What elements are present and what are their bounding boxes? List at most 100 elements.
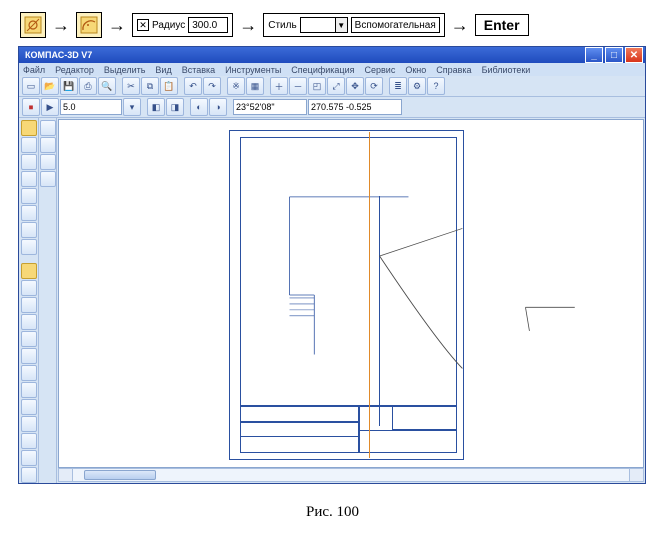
tb-a-icon[interactable]: ▾ (123, 98, 141, 116)
style-label: Стиль (268, 20, 296, 31)
minimize-button[interactable]: _ (585, 47, 603, 63)
kompas-window: КОМПАС-3D V7 _ □ ✕ Файл Редактор Выделит… (18, 46, 646, 484)
menu-item[interactable]: Выделить (104, 65, 146, 75)
style-field-box: Стиль ▼ Вспомогательная (263, 13, 445, 37)
vt-text-icon[interactable] (21, 416, 37, 432)
left-toolbox (19, 118, 39, 483)
vt-hatch-icon[interactable] (21, 399, 37, 415)
menubar: Файл Редактор Выделить Вид Вставка Инстр… (19, 63, 645, 76)
menu-item[interactable]: Библиотеки (482, 65, 531, 75)
vt2-b-icon[interactable] (40, 137, 56, 153)
vt2-d-icon[interactable] (40, 171, 56, 187)
style-select[interactable]: ▼ (300, 17, 348, 33)
aux-geometry (59, 120, 643, 467)
menu-item[interactable]: Вставка (182, 65, 215, 75)
tb-copy-icon[interactable]: ⧉ (141, 77, 159, 95)
aux-circle-tool-icon[interactable] (76, 12, 102, 38)
menu-item[interactable]: Сервис (365, 65, 396, 75)
tb-refresh-icon[interactable]: ⟳ (365, 77, 383, 95)
aux-geometry-icon[interactable] (20, 12, 46, 38)
arrow-icon: → (239, 15, 257, 36)
vt-spec-icon[interactable] (21, 239, 37, 255)
radius-label: Радиус (152, 20, 185, 31)
maximize-button[interactable]: □ (605, 47, 623, 63)
vt-point-icon[interactable] (21, 450, 37, 466)
tb-d-icon[interactable]: ◐ (190, 98, 208, 116)
vt-symbol-icon[interactable] (21, 154, 37, 170)
figure-caption: Рис. 100 (0, 492, 665, 529)
vt-circle-icon[interactable] (21, 297, 37, 313)
vt-measure-icon[interactable] (21, 205, 37, 221)
vt-select-icon[interactable] (21, 222, 37, 238)
vt2-c-icon[interactable] (40, 154, 56, 170)
radius-field-box: ✕ Радиус 300.0 (132, 13, 233, 37)
radius-input[interactable]: 300.0 (188, 17, 228, 33)
tb-save-icon[interactable]: 💾 (60, 77, 78, 95)
close-button[interactable]: ✕ (625, 47, 643, 63)
tb-snap-icon[interactable]: ※ (227, 77, 245, 95)
tb-b-icon[interactable]: ◧ (147, 98, 165, 116)
vt-line-icon[interactable] (21, 280, 37, 296)
tb-undo-icon[interactable]: ↶ (184, 77, 202, 95)
chevron-down-icon: ▼ (335, 18, 347, 32)
vt-aux-icon[interactable] (21, 263, 37, 279)
scroll-left-icon[interactable] (59, 469, 73, 481)
tb-e-icon[interactable]: ◑ (209, 98, 227, 116)
menu-item[interactable]: Файл (23, 65, 45, 75)
vt-spline-icon[interactable] (21, 348, 37, 364)
titlebar: КОМПАС-3D V7 _ □ ✕ (19, 47, 645, 63)
vt-param-icon[interactable] (21, 188, 37, 204)
tb-redo-icon[interactable]: ↷ (203, 77, 221, 95)
vt2-a-icon[interactable] (40, 120, 56, 136)
vt-table-icon[interactable] (21, 433, 37, 449)
zoom-field[interactable]: 5.0 (60, 99, 122, 115)
tb-help-icon[interactable]: ? (427, 77, 445, 95)
menu-item[interactable]: Вид (155, 65, 171, 75)
vt-geometry-icon[interactable] (21, 120, 37, 136)
app-title: КОМПАС-3D V7 (25, 50, 92, 60)
drawing-canvas[interactable] (58, 119, 644, 468)
menu-item[interactable]: Спецификация (291, 65, 354, 75)
tb-zoomin-icon[interactable]: ＋ (270, 77, 288, 95)
tb-new-icon[interactable]: ▭ (22, 77, 40, 95)
vt-poly-icon[interactable] (21, 382, 37, 398)
vt-rect-icon[interactable] (21, 365, 37, 381)
tb-props-icon[interactable]: ⚙ (408, 77, 426, 95)
vt-arc-icon[interactable] (21, 314, 37, 330)
enter-key[interactable]: Enter (475, 14, 529, 36)
vt-edit-icon[interactable] (21, 171, 37, 187)
radius-lock-checkbox[interactable]: ✕ (137, 19, 149, 31)
tb-zoomout-icon[interactable]: － (289, 77, 307, 95)
tb-cut-icon[interactable]: ✂ (122, 77, 140, 95)
tb-grid-icon[interactable]: ▦ (246, 77, 264, 95)
menu-item[interactable]: Редактор (55, 65, 94, 75)
tb-open-icon[interactable]: 📂 (41, 77, 59, 95)
tb-print-icon[interactable]: ⎙ (79, 77, 97, 95)
vt-dim-icon[interactable] (21, 137, 37, 153)
tb-zoomwin-icon[interactable]: ◰ (308, 77, 326, 95)
scroll-thumb[interactable] (84, 470, 156, 480)
coord-field[interactable]: 270.575 -0.525 (308, 99, 402, 115)
arrow-icon: → (108, 15, 126, 36)
menu-item[interactable]: Справка (436, 65, 471, 75)
tb-c-icon[interactable]: ◨ (166, 98, 184, 116)
tb-layers-icon[interactable]: ≣ (389, 77, 407, 95)
horizontal-scrollbar[interactable] (58, 468, 644, 482)
menu-item[interactable]: Инструменты (225, 65, 281, 75)
scroll-right-icon[interactable] (629, 469, 643, 481)
tb-create-icon[interactable]: ▶ (41, 98, 59, 116)
style-value: Вспомогательная (351, 17, 440, 33)
tb-pan-icon[interactable]: ✥ (346, 77, 364, 95)
toolbar-1: ▭ 📂 💾 ⎙ 🔍 ✂ ⧉ 📋 ↶ ↷ ※ ▦ ＋ － ◰ ⤢ ✥ ⟳ ≣ ⚙ … (19, 76, 645, 97)
vt-ellipse-icon[interactable] (21, 331, 37, 347)
tb-zoomall-icon[interactable]: ⤢ (327, 77, 345, 95)
toolbar-2: ⏹ ▶ 5.0 ▾ ◧ ◨ ◐ ◑ 23°52'08" 270.575 -0.5… (19, 97, 645, 118)
angle-field[interactable]: 23°52'08" (233, 99, 307, 115)
arrow-icon: → (451, 15, 469, 36)
vt-offset-icon[interactable] (21, 467, 37, 483)
tb-paste-icon[interactable]: 📋 (160, 77, 178, 95)
arrow-icon: → (52, 15, 70, 36)
tb-preview-icon[interactable]: 🔍 (98, 77, 116, 95)
menu-item[interactable]: Окно (405, 65, 426, 75)
tb-stop-icon[interactable]: ⏹ (22, 98, 40, 116)
